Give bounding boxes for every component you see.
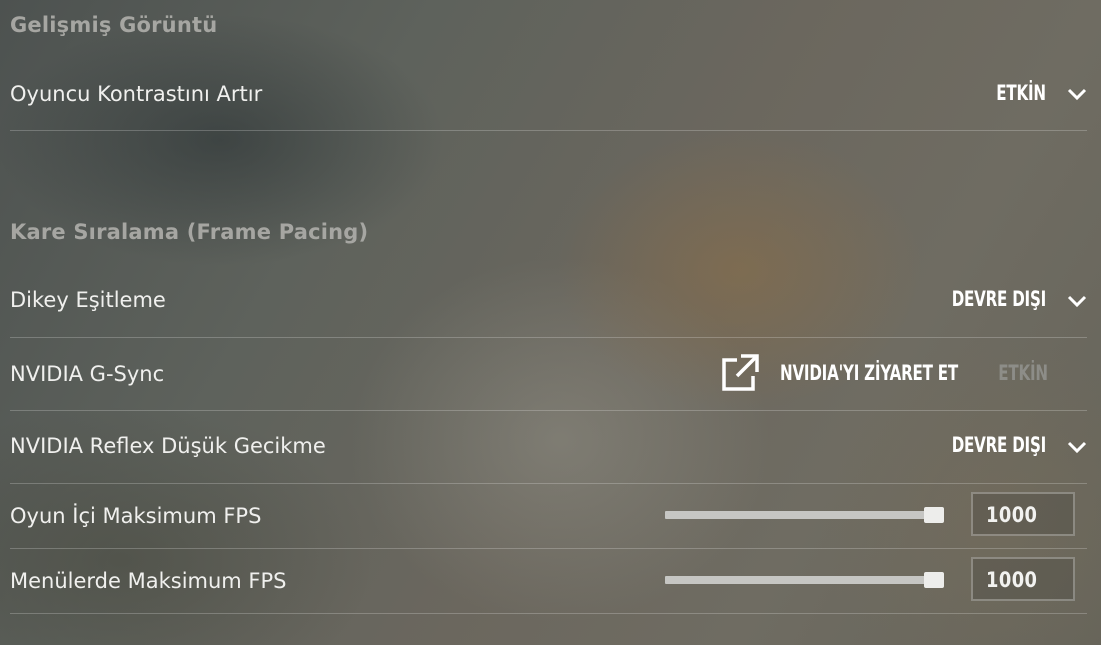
external-link-icon[interactable] [720,353,760,393]
section-title-advanced-display: Gelişmiş Görüntü [10,13,218,37]
section-title-frame-pacing: Kare Sıralama (Frame Pacing) [10,220,369,244]
visit-nvidia-label[interactable]: NVIDIA'YI ZİYARET ET [780,361,958,385]
gsync-value: ETKİN [998,361,1048,385]
chevron-down-icon[interactable] [1067,440,1087,454]
max-fps-menu-slider-track[interactable] [665,576,943,584]
setting-row-player-contrast: Oyuncu Kontrastını Artır ETKİN [10,60,1087,131]
max-fps-menu-input[interactable]: 1000 [971,557,1075,601]
setting-label-reflex: NVIDIA Reflex Düşük Gecikme [10,434,326,458]
max-fps-menu-slider-thumb[interactable] [924,572,944,588]
max-fps-game-slider-track[interactable] [665,511,943,519]
max-fps-game-slider-thumb[interactable] [924,507,944,523]
setting-label-player-contrast: Oyuncu Kontrastını Artır [10,82,263,106]
setting-label-max-fps-menu: Menülerde Maksimum FPS [10,569,287,593]
player-contrast-value[interactable]: ETKİN [996,81,1046,105]
setting-row-max-fps-menu: Menülerde Maksimum FPS 1000 [10,549,1087,614]
setting-label-max-fps-game: Oyun İçi Maksimum FPS [10,504,262,528]
setting-row-max-fps-game: Oyun İçi Maksimum FPS 1000 [10,484,1087,549]
max-fps-game-input[interactable]: 1000 [971,492,1075,536]
max-fps-game-value[interactable]: 1000 [986,503,1037,527]
max-fps-menu-value[interactable]: 1000 [986,568,1037,592]
setting-label-vsync: Dikey Eşitleme [10,288,166,312]
setting-row-reflex: NVIDIA Reflex Düşük Gecikme DEVRE DIŞI [10,411,1087,484]
setting-row-vsync: Dikey Eşitleme DEVRE DIŞI [10,266,1087,338]
chevron-down-icon[interactable] [1067,87,1087,101]
setting-label-gsync: NVIDIA G-Sync [10,362,165,386]
reflex-value[interactable]: DEVRE DIŞI [952,433,1047,457]
vsync-value[interactable]: DEVRE DIŞI [952,287,1047,311]
setting-row-gsync: NVIDIA G-Sync NVIDIA'YI ZİYARET ET ETKİN [10,338,1087,411]
chevron-down-icon[interactable] [1067,294,1087,308]
